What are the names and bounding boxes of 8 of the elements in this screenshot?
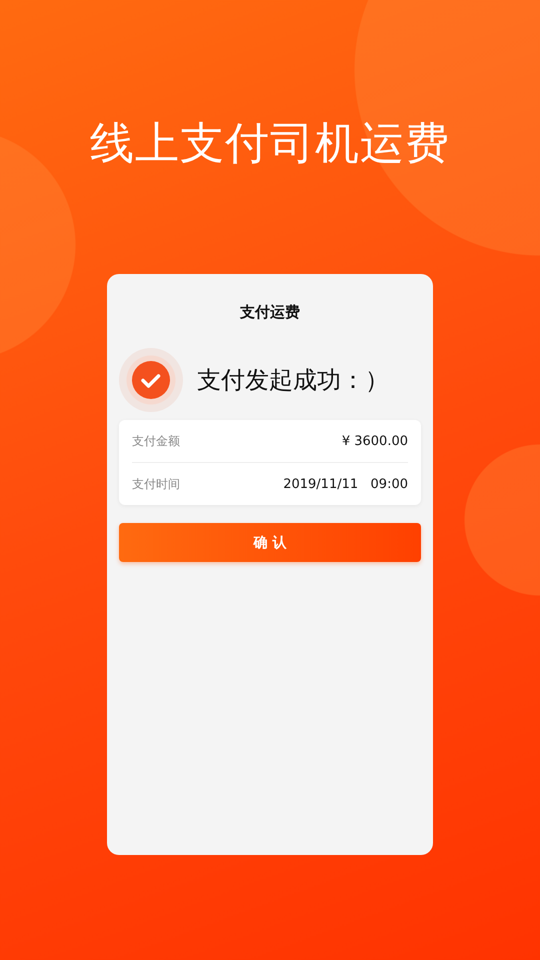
detail-label: 支付时间 <box>132 476 180 492</box>
status-message: 支付发起成功：） <box>197 365 389 396</box>
headline: 线上支付司机运费 <box>90 117 450 171</box>
detail-label: 支付金额 <box>132 432 180 450</box>
detail-value: ¥ 3600.00 <box>342 434 408 448</box>
screen-title: 支付运费 <box>240 302 300 322</box>
detail-value: 2019/11/11 09:00 <box>283 476 408 492</box>
confirm-button[interactable]: 确 认 <box>119 523 421 562</box>
